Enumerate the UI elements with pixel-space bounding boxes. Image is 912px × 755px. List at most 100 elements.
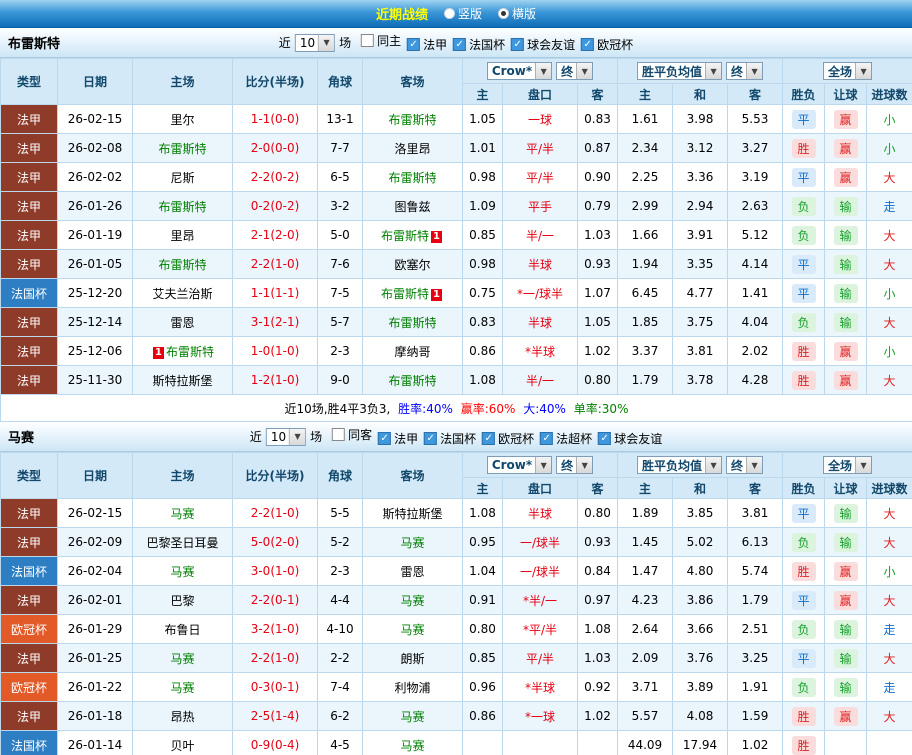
col-avg-draw-header: 和 <box>672 83 729 105</box>
scope-select[interactable]: 全场 ▼ <box>823 456 873 474</box>
cell-league: 法甲 <box>0 701 58 731</box>
match-row: 法甲 26-01-18 昂热 2-5(1-4) 6-2 马赛 0.86 *一球 1.02 5.57… <box>0 701 912 731</box>
checkbox-icon[interactable]: ✓ <box>453 38 467 51</box>
filter-checkboxes: 同客 ✓ 法甲 ✓ 法国杯 ✓ 欧冠杯 ✓ 法超杯 ✓ 球会友谊 <box>326 426 662 447</box>
cell-result: 胜 <box>782 556 826 586</box>
filter-checkbox[interactable]: ✓ 法国杯 <box>453 36 505 53</box>
cell-result: 平 <box>782 643 826 673</box>
recent-count-select[interactable]: 10 ▼ <box>294 33 336 52</box>
filter-checkbox[interactable]: ✓ 欧冠杯 <box>482 430 534 447</box>
filter-checkbox[interactable]: ✓ 球会友谊 <box>511 36 575 53</box>
recent-count-value: 10 <box>299 35 316 50</box>
checkbox-icon[interactable]: ✓ <box>407 38 421 51</box>
cell-odds-away: 1.03 <box>576 220 619 250</box>
radio-selected-icon[interactable] <box>498 8 509 19</box>
cell-avg-draw: 3.91 <box>672 220 729 250</box>
col-away-header: 客场 <box>362 58 463 105</box>
result-badge: 胜 <box>791 341 816 361</box>
cell-avg-draw: 3.36 <box>672 162 729 192</box>
red-card-badge: 1 <box>431 230 442 243</box>
checkbox-icon[interactable]: ✓ <box>581 38 595 51</box>
recent-count-select[interactable]: 10 ▼ <box>265 427 307 446</box>
cell-goals-result: 小 <box>866 556 912 586</box>
odds-company-select[interactable]: Crow* ▼ <box>486 456 553 474</box>
checkbox-icon[interactable] <box>361 34 375 47</box>
radio-icon[interactable] <box>443 8 455 19</box>
cell-goals-result: 大 <box>866 585 912 615</box>
cell-league: 法甲 <box>0 191 58 221</box>
checkbox-icon[interactable] <box>332 428 346 441</box>
cell-corners: 5-5 <box>317 498 363 528</box>
radio-vertical-layout[interactable]: 竖版 <box>443 5 482 22</box>
filter-checkbox[interactable]: ✓ 球会友谊 <box>598 430 662 447</box>
filter-checkbox[interactable]: ✓ 欧冠杯 <box>581 36 633 53</box>
filter-checkbox[interactable]: ✓ 法超杯 <box>540 430 592 447</box>
filter-checkbox[interactable]: ✓ 法甲 <box>407 36 447 53</box>
cell-avg-home: 2.99 <box>617 191 674 221</box>
result-badge: 输 <box>833 532 858 552</box>
filter-checkbox[interactable]: 同主 <box>361 32 401 49</box>
match-row: 法甲 26-01-25 马赛 2-2(1-0) 2-2 朗斯 0.85 平/半 1.03 2.09… <box>0 643 912 673</box>
cell-avg-away: 2.02 <box>727 336 784 366</box>
cell-avg-away: 1.59 <box>727 701 784 731</box>
cell-avg-home: 2.34 <box>617 133 674 163</box>
cell-league: 法甲 <box>0 162 58 192</box>
cell-corners: 4-10 <box>317 614 363 644</box>
match-row: 欧冠杯 26-01-29 布鲁日 3-2(1-0) 4-10 马赛 0.80 *平/半 1.08… <box>0 614 912 644</box>
team-name: 欧塞尔 <box>394 257 431 272</box>
result-badge: 负 <box>791 225 816 245</box>
cell-result: 胜 <box>782 365 826 395</box>
result-badge: 大 <box>883 373 896 388</box>
match-row: 法甲 26-02-15 马赛 2-2(1-0) 5-5 斯特拉斯堡 1.08 半球 0.80 1.… <box>0 498 912 528</box>
cell-home-team: 布雷斯特 <box>132 191 233 221</box>
team-name: 朗斯 <box>400 651 425 666</box>
result-badge: 输 <box>833 283 858 303</box>
result-badge: 小 <box>883 286 896 301</box>
cell-corners: 2-3 <box>317 556 363 586</box>
odds-company-select[interactable]: Crow* ▼ <box>486 62 553 80</box>
cell-away-team: 布雷斯特 <box>362 104 463 134</box>
matches-table-marseille: 类型 日期 主场 比分(半场) 角球 客场 Crow* ▼ 终 ▼ 胜平负均值 … <box>0 452 912 755</box>
cell-league: 欧冠杯 <box>0 672 58 702</box>
checkbox-label: 法超杯 <box>556 432 593 446</box>
cell-avg-away: 5.12 <box>727 220 784 250</box>
team-name: 马赛 <box>400 535 425 550</box>
filter-checkbox[interactable]: 同客 <box>332 426 372 443</box>
filter-checkbox[interactable]: ✓ 法甲 <box>378 430 418 447</box>
cell-odds-away: 0.80 <box>576 365 619 395</box>
cell-score: 3-2(1-0) <box>232 614 318 644</box>
cell-goals-result: 走 <box>866 614 912 644</box>
filter-checkbox[interactable]: ✓ 法国杯 <box>424 430 476 447</box>
cell-date: 26-01-18 <box>57 701 133 731</box>
result-badge: 赢 <box>833 138 858 158</box>
scope-select[interactable]: 全场 ▼ <box>823 62 873 80</box>
match-row: 欧冠杯 26-01-22 马赛 0-3(0-1) 7-4 利物浦 0.96 *半球 0.92 3.… <box>0 672 912 702</box>
checkbox-icon[interactable]: ✓ <box>540 432 554 445</box>
checkbox-icon[interactable]: ✓ <box>511 38 525 51</box>
col-away-header: 客场 <box>362 452 463 499</box>
checkbox-icon[interactable]: ✓ <box>598 432 612 445</box>
cell-league: 法甲 <box>0 104 58 134</box>
result-badge: 赢 <box>833 370 858 390</box>
cell-avg-away: 1.02 <box>727 730 784 755</box>
avg-type-select[interactable]: 胜平负均值 ▼ <box>637 62 723 80</box>
checkbox-icon[interactable]: ✓ <box>424 432 438 445</box>
avg-type-select[interactable]: 胜平负均值 ▼ <box>637 456 723 474</box>
cell-away-team: 马赛 <box>362 701 463 731</box>
checkbox-icon[interactable]: ✓ <box>482 432 496 445</box>
checkbox-icon[interactable]: ✓ <box>378 432 392 445</box>
cell-home-team: 巴黎圣日耳曼 <box>132 527 233 557</box>
team-name: 雷恩 <box>170 315 195 330</box>
radio-horizontal-layout[interactable]: 横版 <box>498 5 536 22</box>
team-name: 马赛 <box>170 506 195 521</box>
odds-final-select[interactable]: 终 ▼ <box>556 456 594 474</box>
checkbox-label: 法国杯 <box>469 38 506 52</box>
cell-avg-away: 3.25 <box>727 643 784 673</box>
avg-final-select[interactable]: 终 ▼ <box>726 62 764 80</box>
cell-result: 胜 <box>782 701 826 731</box>
checkbox-label: 欧冠杯 <box>597 38 634 52</box>
team-name: 斯特拉斯堡 <box>382 506 443 521</box>
cell-result: 负 <box>782 672 826 702</box>
avg-final-select[interactable]: 终 ▼ <box>726 456 764 474</box>
odds-final-select[interactable]: 终 ▼ <box>556 62 594 80</box>
